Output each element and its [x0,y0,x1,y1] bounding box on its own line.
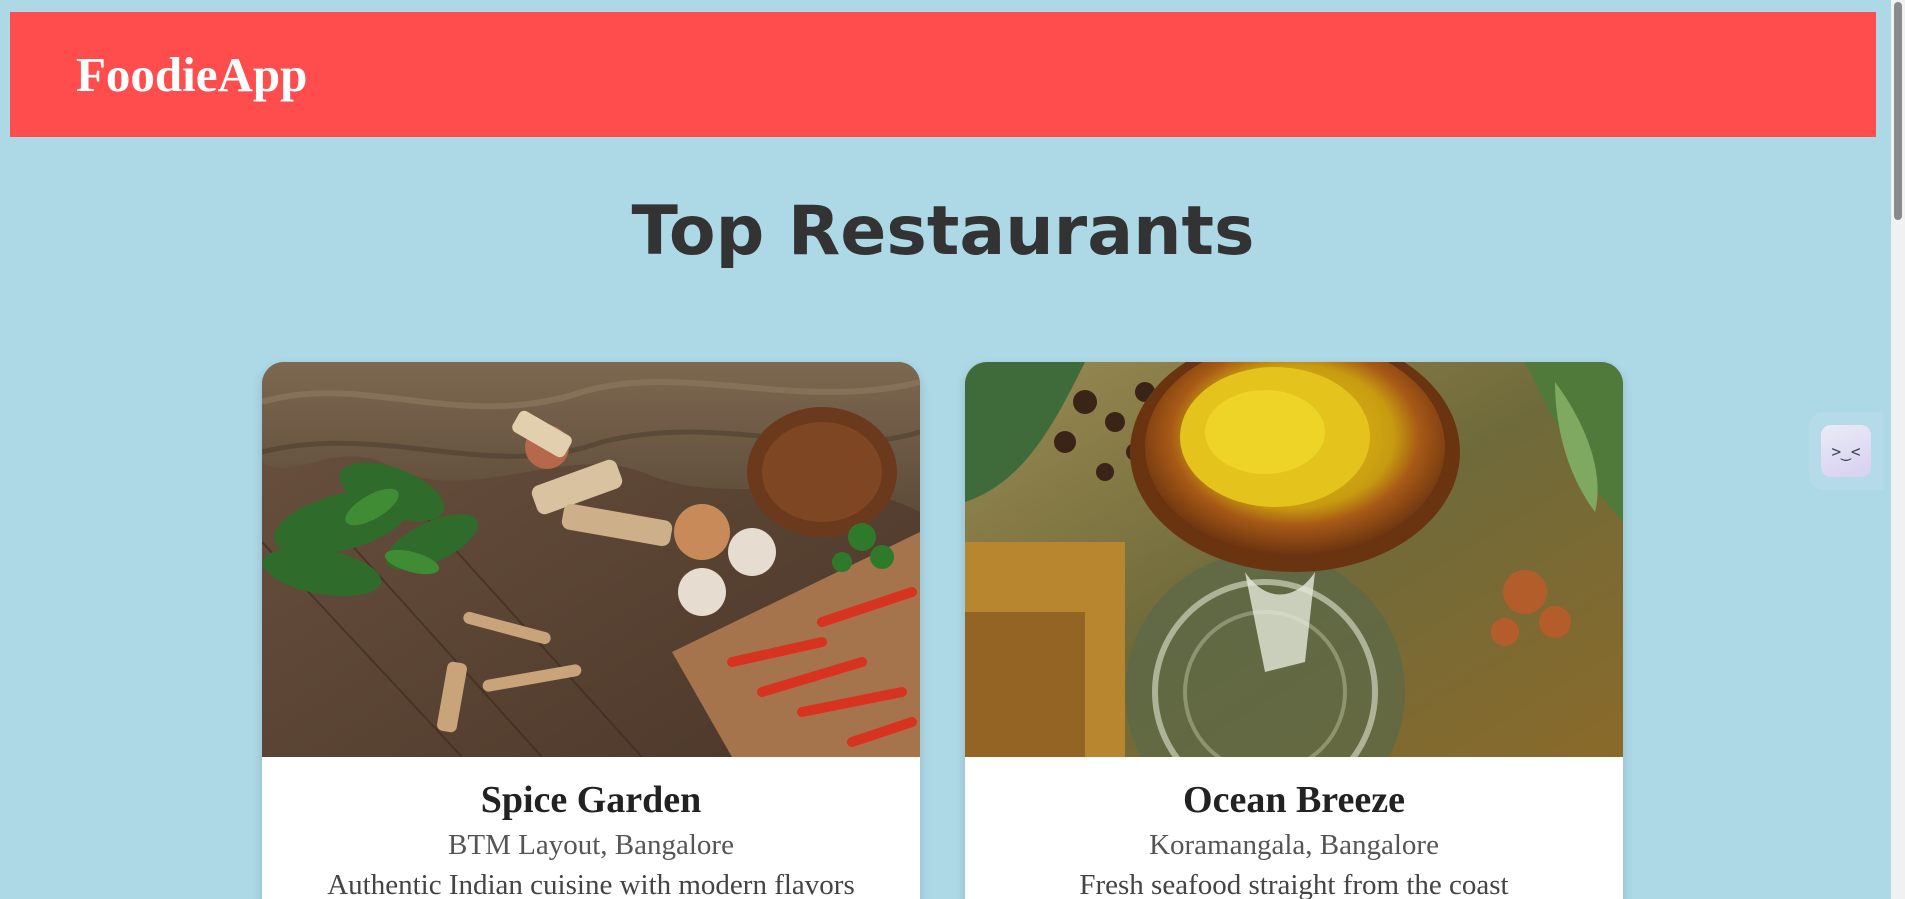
restaurant-location: BTM Layout, Bangalore [448,829,734,861]
restaurant-card[interactable]: Spice Garden BTM Layout, Bangalore Authe… [262,362,920,899]
restaurant-card-body: Ocean Breeze Koramangala, Bangalore Fres… [965,757,1623,899]
restaurant-name[interactable]: Ocean Breeze [965,777,1623,823]
restaurant-card-body: Spice Garden BTM Layout, Bangalore Authe… [262,757,920,899]
assistant-widget[interactable]: >‿< [1809,412,1883,490]
page-title: Top Restaurants [631,192,1255,271]
brand-logo[interactable]: FoodieApp [76,46,307,103]
restaurant-image [262,362,920,757]
scrollbar-thumb[interactable] [1894,2,1902,220]
restaurant-image [965,362,1623,757]
restaurant-location: Koramangala, Bangalore [1149,829,1439,861]
restaurant-card[interactable]: Ocean Breeze Koramangala, Bangalore Fres… [965,362,1623,899]
navbar: FoodieApp [10,12,1876,137]
page: FoodieApp Top Restaurants Spice Garden B… [0,0,1905,899]
restaurant-name[interactable]: Spice Garden [262,777,920,823]
restaurant-description: Fresh seafood straight from the coast [1079,869,1509,899]
vertical-scrollbar[interactable] [1891,0,1905,899]
assistant-face-icon[interactable]: >‿< [1821,425,1871,477]
restaurant-description: Authentic Indian cuisine with modern fla… [327,869,855,899]
